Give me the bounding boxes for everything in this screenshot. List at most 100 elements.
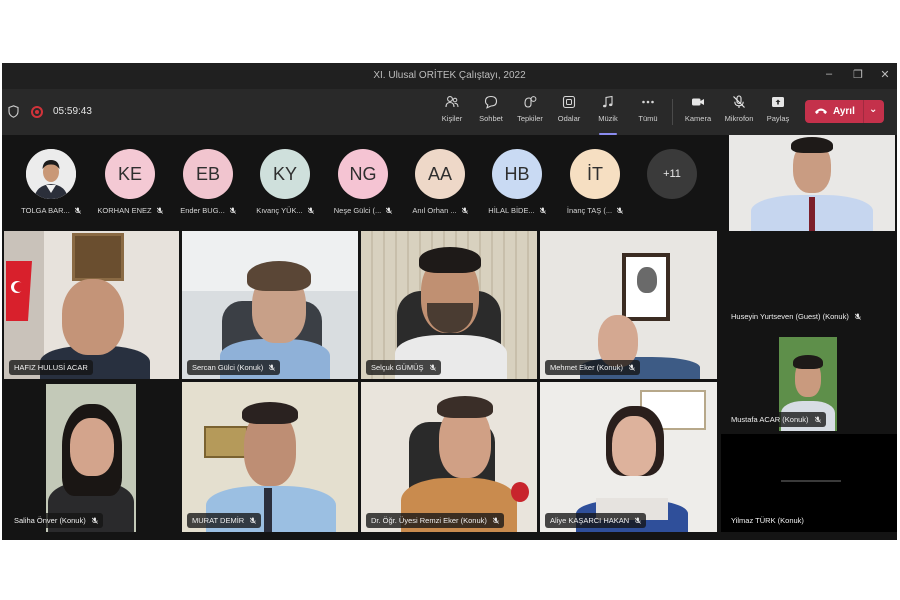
participant-avatar-photo[interactable] xyxy=(26,149,76,199)
person-hair xyxy=(437,396,493,418)
leave-label: Ayrıl xyxy=(833,106,855,117)
video-tile[interactable]: HAFIZ HULUSİ ACAR xyxy=(4,231,179,379)
share-label: Paylaş xyxy=(766,114,790,123)
framed-picture xyxy=(204,426,248,458)
video-name-tag: MURAT DEMİR xyxy=(187,513,262,528)
video-tile[interactable]: Saliha Önver (Konuk) xyxy=(4,382,179,532)
mic-muted-icon xyxy=(429,364,436,371)
microphone-button[interactable]: Mikrofon xyxy=(719,95,759,131)
video-name-tag: Aliye KAŞARCI HAKAN xyxy=(545,513,647,528)
mic-muted-icon xyxy=(492,517,499,524)
participant-avatar[interactable]: NG xyxy=(338,149,388,199)
video-tile[interactable]: Sercan Gülci (Konuk) xyxy=(182,231,358,379)
flag-icon xyxy=(6,261,32,321)
more-options-button[interactable]: Tümü xyxy=(628,95,668,131)
rooms-button[interactable]: Odalar xyxy=(549,95,589,131)
microphone-label: Mikrofon xyxy=(724,114,754,123)
more-participants-button[interactable]: +11 xyxy=(647,149,697,199)
participant-name: Neşe Gülci (... xyxy=(324,206,402,215)
more-icon xyxy=(642,100,654,104)
mic-muted-icon xyxy=(854,313,861,320)
video-name-tag: Saliha Önver (Konuk) xyxy=(9,513,103,528)
video-tile[interactable]: Dr. Öğr. Üyesi Remzi Eker (Konuk) xyxy=(361,382,537,532)
share-icon xyxy=(772,97,784,107)
leave-button[interactable]: Ayrıl ⌄ xyxy=(805,100,884,123)
person-tie xyxy=(264,488,272,532)
participant-name: KORHAN ENEZ xyxy=(91,206,169,215)
chat-button[interactable]: Sohbet xyxy=(471,95,511,131)
mic-off-icon xyxy=(733,95,745,108)
video-name-tag: Dr. Öğr. Üyesi Remzi Eker (Konuk) xyxy=(366,513,504,528)
chevron-down-icon[interactable]: ⌄ xyxy=(869,104,877,115)
video-tile[interactable]: Mustafa ACAR (Konuk) xyxy=(721,331,897,431)
music-button[interactable]: Müzik xyxy=(588,95,628,135)
minimize-button[interactable]: – xyxy=(820,68,838,80)
person-head xyxy=(70,418,114,476)
video-name-tag: Selçuk GÜMÜŞ xyxy=(366,360,441,375)
mic-muted-icon xyxy=(307,207,314,214)
camera-button[interactable]: Kamera xyxy=(678,95,718,131)
chat-icon xyxy=(484,95,498,109)
video-tile[interactable]: Selçuk GÜMÜŞ xyxy=(361,231,537,379)
participant-name: Anıl Orhan ... xyxy=(401,206,479,215)
camera-icon xyxy=(692,98,704,106)
video-tile[interactable]: Mehmet Eker (Konuk) xyxy=(540,231,717,379)
mic-muted-icon xyxy=(74,207,81,214)
mic-muted-icon xyxy=(269,364,276,371)
mic-muted-icon xyxy=(461,207,468,214)
participant-name: Kıvanç YÜK... xyxy=(246,206,324,215)
meeting-title: XI. Ulusal ORİTEK Çalıştayı, 2022 xyxy=(373,70,526,81)
person-hair xyxy=(793,355,823,369)
participant-avatar[interactable]: KY xyxy=(260,149,310,199)
reactions-button[interactable]: Tepkiler xyxy=(510,95,550,131)
video-tile[interactable]: MURAT DEMİR xyxy=(182,382,358,532)
participant-avatar[interactable]: EB xyxy=(183,149,233,199)
person-tie xyxy=(809,197,815,231)
video-name-tag: Yilmaz TÜRK (Konuk) xyxy=(731,516,804,525)
portrait-head xyxy=(637,267,657,293)
participant-avatar[interactable]: AA xyxy=(415,149,465,199)
person-photo-icon xyxy=(26,149,76,199)
close-button[interactable]: ✕ xyxy=(876,68,894,81)
maximize-button[interactable]: ❐ xyxy=(849,68,867,81)
reactions-icon xyxy=(524,96,537,108)
more-label: Tümü xyxy=(638,114,658,123)
camera-label: Kamera xyxy=(684,114,712,123)
video-name-tag: HAFIZ HULUSİ ACAR xyxy=(9,360,93,375)
participant-avatar[interactable]: HB xyxy=(492,149,542,199)
participant-avatar[interactable]: KE xyxy=(105,149,155,199)
video-tile[interactable]: Yilmaz TÜRK (Konuk) xyxy=(721,434,897,532)
phone-hangup-icon xyxy=(815,108,827,114)
rooms-label: Odalar xyxy=(557,114,581,123)
people-label: Kişiler xyxy=(441,114,463,123)
video-name-tag: Mustafa ACAR (Konuk) xyxy=(726,412,826,427)
mic-muted-icon xyxy=(814,416,821,423)
video-name-tag: Sercan Gülci (Konuk) xyxy=(187,360,281,375)
person-hair xyxy=(791,137,833,153)
music-icon xyxy=(603,95,613,108)
mic-muted-icon xyxy=(229,207,236,214)
shield-icon[interactable] xyxy=(8,105,19,118)
toolbar-divider xyxy=(672,99,673,125)
title-bar: XI. Ulusal ORİTEK Çalıştayı, 2022 – ❐ ✕ xyxy=(2,63,897,89)
participant-name: İnanç TAŞ (... xyxy=(556,206,634,215)
reactions-label: Tepkiler xyxy=(517,114,543,123)
share-button[interactable]: Paylaş xyxy=(758,95,798,131)
music-label: Müzik xyxy=(598,114,618,123)
rooms-icon xyxy=(562,95,576,109)
participant-avatar[interactable]: İT xyxy=(570,149,620,199)
people-button[interactable]: Kişiler xyxy=(432,95,472,131)
red-object xyxy=(511,482,529,502)
participant-name: HİLAL BİDE... xyxy=(478,206,556,215)
person-hair xyxy=(247,261,311,291)
video-name-tag: Huseyin Yurtseven (Guest) (Konuk) xyxy=(726,309,866,324)
featured-video[interactable] xyxy=(729,135,895,231)
participant-name: Ender BUG... xyxy=(169,206,247,215)
mic-muted-icon xyxy=(628,364,635,371)
person-head xyxy=(612,416,656,476)
video-name-tag: Mehmet Eker (Konuk) xyxy=(545,360,640,375)
person-hair xyxy=(419,247,481,273)
video-tile[interactable]: Huseyin Yurtseven (Guest) (Konuk) xyxy=(721,234,897,328)
video-tile[interactable]: Aliye KAŞARCI HAKAN xyxy=(540,382,717,532)
leave-divider xyxy=(863,100,864,123)
